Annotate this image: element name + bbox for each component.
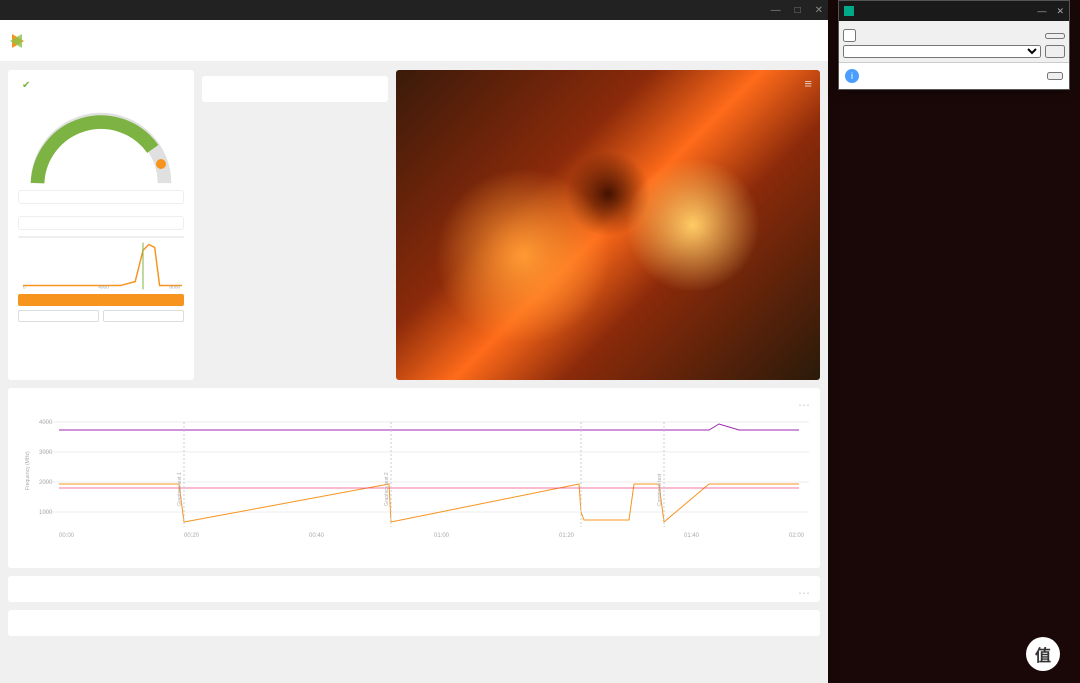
svg-text:01:20: 01:20 <box>559 533 575 539</box>
close-button[interactable] <box>1045 45 1065 58</box>
compare-button[interactable] <box>18 294 184 306</box>
close-icon[interactable]: ✕ <box>815 5 823 16</box>
titlebar: — □ ✕ <box>0 0 828 20</box>
watermark-icon: 值 <box>1026 637 1060 671</box>
gpuz-window: — ✕ i <box>838 0 1070 90</box>
hero-image: ≡ <box>396 70 820 380</box>
monitoring-chart: Frequency (MHz) 4000 3000 2000 1000 <box>18 404 810 534</box>
svg-text:4000: 4000 <box>98 284 109 290</box>
check-icon: ✔ <box>22 80 30 91</box>
svg-text:0: 0 <box>23 284 26 290</box>
svg-text:02:00: 02:00 <box>789 533 805 539</box>
content: ✔ 0 4000 <box>0 62 828 683</box>
logo-icon <box>12 34 24 48</box>
info-icon: i <box>845 69 859 83</box>
svg-text:00:40: 00:40 <box>309 533 325 539</box>
load-button[interactable] <box>18 310 99 322</box>
distribution-chart: 0 4000 8000 <box>18 242 184 290</box>
minimize-icon[interactable]: — <box>771 5 781 16</box>
monitoring-card: ⋯ Frequency (MHz) 4000 3000 2000 1000 <box>8 388 820 568</box>
hw-gpu <box>18 216 184 230</box>
gpuz-titlebar: — ✕ <box>839 1 1069 21</box>
update-button[interactable] <box>1047 72 1063 80</box>
gpuz-footer <box>839 25 1069 62</box>
minimize-icon[interactable]: — <box>1037 6 1046 17</box>
device-select[interactable] <box>843 45 1041 58</box>
gauge-marker <box>156 159 166 169</box>
close-icon[interactable]: ✕ <box>1056 6 1064 17</box>
svg-text:Frequency (MHz): Frequency (MHz) <box>25 451 31 490</box>
maximize-icon[interactable]: □ <box>795 5 801 16</box>
detailed-scores-card <box>8 610 820 636</box>
header <box>0 20 828 62</box>
logo <box>12 34 30 48</box>
estimated-performance <box>202 76 388 102</box>
svg-text:01:40: 01:40 <box>684 533 700 539</box>
svg-text:4000: 4000 <box>39 420 53 426</box>
watermark: 值 <box>1026 637 1068 671</box>
svg-text:3000: 3000 <box>39 450 53 456</box>
reset-button[interactable] <box>1045 33 1065 39</box>
svg-text:00:20: 00:20 <box>184 533 200 539</box>
svg-text:Graphics test 2: Graphics test 2 <box>384 472 390 506</box>
log-checkbox[interactable] <box>843 29 1065 42</box>
svg-text:1000: 1000 <box>39 510 53 516</box>
svg-text:2000: 2000 <box>39 480 53 486</box>
gauge <box>18 99 184 194</box>
svg-text:Graphics test 1: Graphics test 1 <box>177 472 183 506</box>
save-button[interactable] <box>103 310 184 322</box>
svg-text:01:00: 01:00 <box>434 533 450 539</box>
svg-text:Combined test: Combined test <box>657 473 663 506</box>
svg-text:00:00: 00:00 <box>59 533 75 539</box>
system-info-card: ⋯ <box>8 576 820 602</box>
score-title: ✔ <box>18 80 184 91</box>
score-card: ✔ 0 4000 <box>8 70 194 380</box>
3dmark-window: — □ ✕ ✔ <box>0 0 828 683</box>
svg-text:8000: 8000 <box>169 284 180 290</box>
sysinfo-menu-icon[interactable]: ⋯ <box>798 586 810 600</box>
update-banner: i <box>839 62 1069 89</box>
gpuz-icon <box>844 6 854 16</box>
hero-menu-icon[interactable]: ≡ <box>804 76 812 91</box>
